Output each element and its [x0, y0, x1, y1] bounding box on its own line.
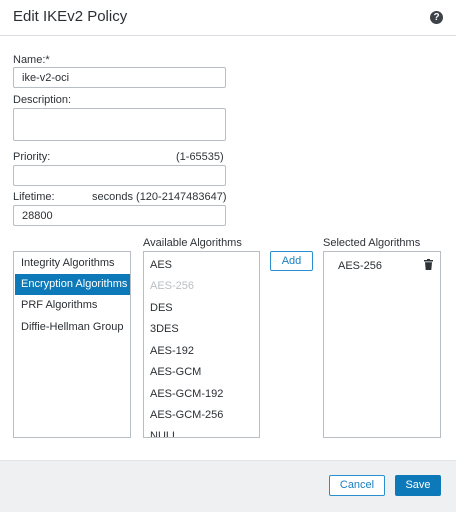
name-input[interactable] — [13, 67, 226, 88]
list-item[interactable]: AES-GCM-256 — [150, 409, 223, 421]
lifetime-input[interactable] — [13, 205, 226, 226]
list-item[interactable]: 3DES — [150, 323, 179, 335]
available-algorithms-list[interactable]: AES AES-256 DES 3DES AES-192 AES-GCM AES… — [143, 251, 260, 438]
list-item[interactable]: AES-GCM — [150, 366, 201, 378]
list-item[interactable]: DES — [150, 302, 173, 314]
cancel-button[interactable]: Cancel — [329, 475, 385, 496]
available-algorithms-header: Available Algorithms — [143, 237, 242, 249]
save-button[interactable]: Save — [395, 475, 441, 496]
name-label: Name:* — [13, 54, 50, 66]
category-diffie-hellman-group[interactable]: Diffie-Hellman Group — [15, 317, 130, 338]
list-item[interactable]: AES-192 — [150, 345, 194, 357]
lifetime-label: Lifetime: — [13, 191, 55, 203]
priority-label: Priority: — [13, 151, 51, 163]
dialog-footer — [0, 460, 456, 512]
priority-range-hint: (1-65535) — [176, 151, 224, 163]
trash-icon[interactable] — [424, 259, 433, 270]
priority-input[interactable] — [13, 165, 226, 186]
list-item[interactable]: AES-GCM-192 — [150, 388, 223, 400]
dialog-header: Edit IKEv2 Policy ? — [0, 0, 456, 36]
selected-algorithms-list: AES-256 — [323, 251, 441, 438]
description-label: Description: — [13, 94, 72, 106]
add-button[interactable]: Add — [270, 251, 313, 271]
list-item[interactable]: NULL — [150, 430, 178, 437]
help-icon[interactable]: ? — [430, 11, 443, 24]
list-item: AES-256 — [150, 280, 195, 292]
selected-item: AES-256 — [338, 260, 383, 272]
algorithm-category-list: Integrity Algorithms Encryption Algorith… — [13, 251, 131, 438]
list-item[interactable]: AES — [150, 259, 172, 271]
edit-ikev2-policy-dialog: Edit IKEv2 Policy ? Name:* Description: … — [0, 0, 456, 512]
selected-algorithms-header: Selected Algorithms — [323, 237, 421, 249]
dialog-title: Edit IKEv2 Policy — [13, 8, 128, 25]
category-encryption-algorithms[interactable]: Encryption Algorithms — [15, 274, 130, 295]
description-textarea[interactable] — [13, 108, 226, 141]
category-prf-algorithms[interactable]: PRF Algorithms — [15, 295, 130, 316]
category-integrity-algorithms[interactable]: Integrity Algorithms — [15, 253, 130, 274]
lifetime-units-hint: seconds (120-2147483647) — [92, 191, 227, 203]
